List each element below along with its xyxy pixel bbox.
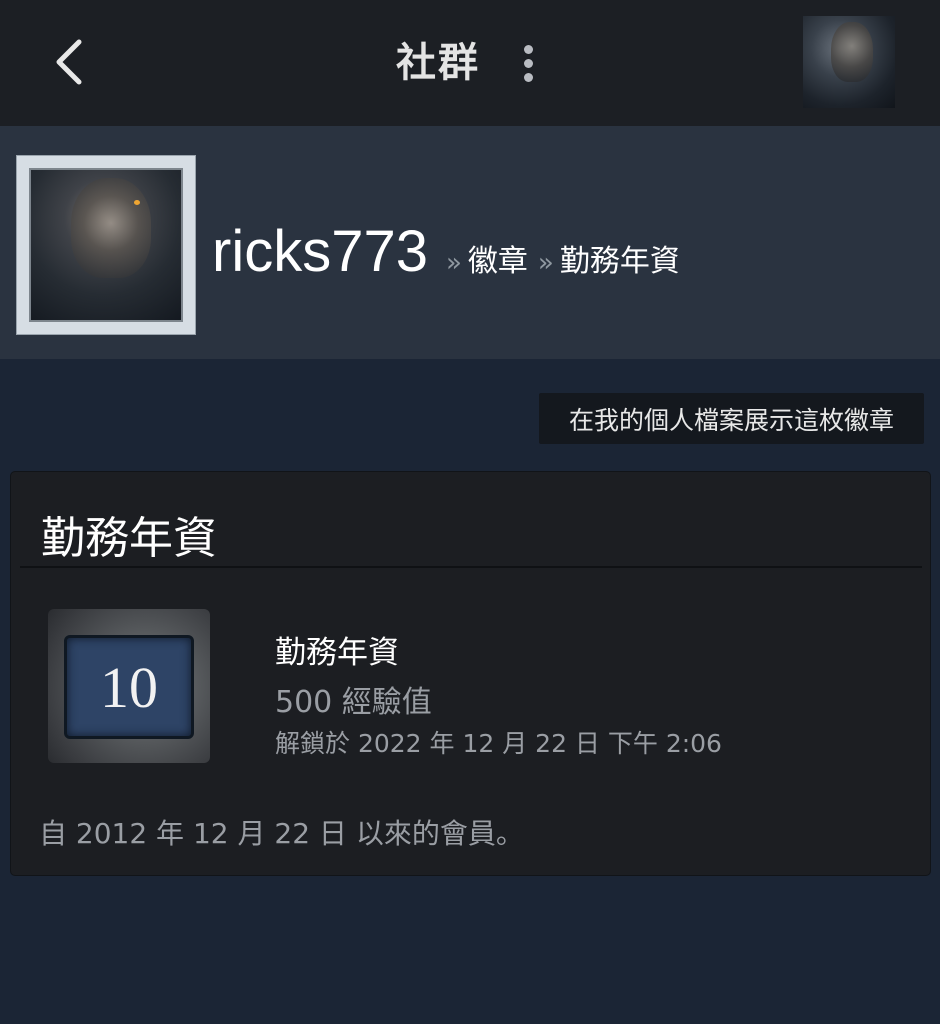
badge-name: 勤務年資 bbox=[275, 635, 399, 671]
breadcrumb-badges-link[interactable]: 徽章 bbox=[468, 236, 528, 280]
back-button[interactable] bbox=[40, 30, 100, 94]
top-app-bar: 社群 bbox=[0, 0, 940, 126]
member-since-text: 自 2012 年 12 月 22 日 以來的會員。 bbox=[39, 817, 524, 850]
divider bbox=[20, 566, 922, 568]
showcase-badge-button[interactable]: 在我的個人檔案展示這枚徽章 bbox=[539, 393, 924, 444]
avatar-image bbox=[29, 168, 183, 322]
breadcrumb-separator: » bbox=[537, 248, 554, 278]
badge-card: 勤務年資 10 勤務年資 500 經驗值 解鎖於 2022 年 12 月 22 … bbox=[11, 472, 930, 875]
user-avatar[interactable] bbox=[803, 16, 895, 108]
breadcrumb-current: 勤務年資 bbox=[559, 244, 680, 279]
chevron-left-icon bbox=[56, 39, 82, 85]
badge-xp: 500 經驗值 bbox=[275, 685, 432, 720]
badge-level: 10 bbox=[64, 635, 194, 739]
badge-unlock-date: 解鎖於 2022 年 12 月 22 日 下午 2:06 bbox=[275, 729, 722, 758]
years-of-service-badge-icon: 10 bbox=[48, 609, 210, 763]
more-options-button[interactable] bbox=[512, 38, 544, 88]
profile-avatar[interactable] bbox=[16, 155, 196, 335]
breadcrumb-separator: » bbox=[445, 248, 462, 278]
username-link[interactable]: ricks773 bbox=[212, 218, 428, 285]
breadcrumb: ricks773 » 徽章 » 勤務年資 bbox=[212, 218, 680, 288]
page-title: 社群 bbox=[396, 40, 480, 86]
more-vertical-icon bbox=[523, 44, 533, 54]
card-title: 勤務年資 bbox=[41, 513, 217, 564]
